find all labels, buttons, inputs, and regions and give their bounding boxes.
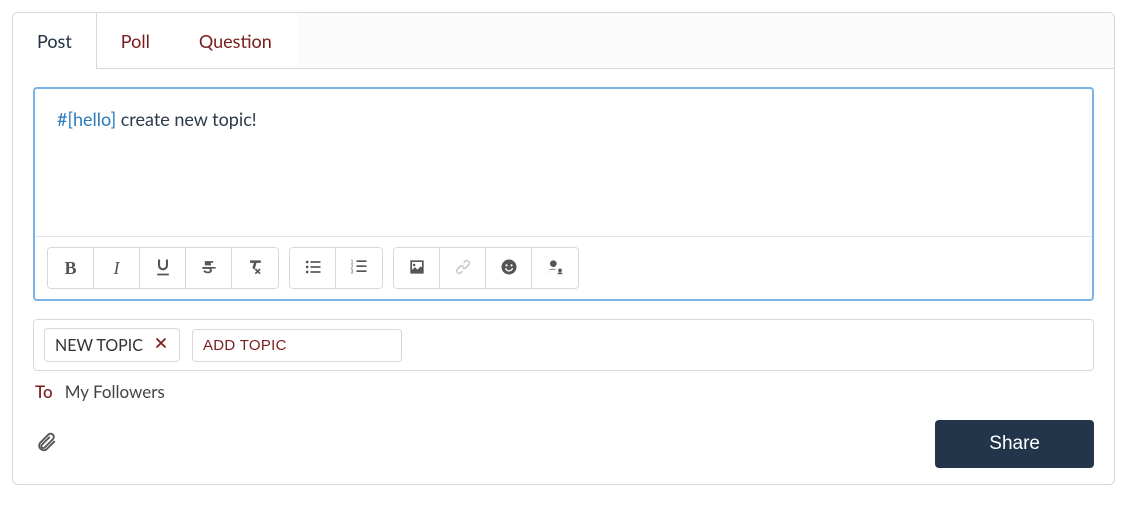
strikethrough-icon <box>199 257 219 280</box>
close-icon <box>153 335 169 355</box>
bulleted-list-button[interactable] <box>290 248 336 288</box>
editor-hashtag: #[hello] <box>57 108 116 130</box>
svg-text:3: 3 <box>351 269 354 275</box>
editor-toolbar: B I <box>35 237 1092 299</box>
paperclip-icon <box>35 431 57 457</box>
image-button[interactable] <box>394 248 440 288</box>
toolbar-group-lists: 123 <box>289 247 383 289</box>
bold-icon: B <box>64 258 76 279</box>
composer-body: #[hello] create new topic! B I <box>13 69 1114 484</box>
attach-button[interactable] <box>33 431 57 457</box>
italic-icon: I <box>114 258 120 279</box>
tab-post[interactable]: Post <box>13 13 97 68</box>
topic-chip-label: NEW TOPIC <box>55 336 143 355</box>
composer-footer: Share <box>33 420 1094 468</box>
strikethrough-button[interactable] <box>186 248 232 288</box>
emoji-icon <box>499 257 519 280</box>
tab-question[interactable]: Question <box>175 13 297 68</box>
tab-poll[interactable]: Poll <box>97 13 175 68</box>
emoji-button[interactable] <box>486 248 532 288</box>
share-button[interactable]: Share <box>935 420 1094 468</box>
recipients-row: To My Followers <box>33 381 1094 402</box>
italic-button[interactable]: I <box>94 248 140 288</box>
toolbar-group-text: B I <box>47 247 279 289</box>
composer-tabs: Post Poll Question <box>13 13 1114 69</box>
clear-format-button[interactable] <box>232 248 278 288</box>
numbered-list-button[interactable]: 123 <box>336 248 382 288</box>
tab-poll-label: Poll <box>121 30 150 52</box>
underline-button[interactable] <box>140 248 186 288</box>
editor-content[interactable]: #[hello] create new topic! <box>35 89 1092 237</box>
editor-text: create new topic! <box>116 108 257 130</box>
link-button[interactable] <box>440 248 486 288</box>
tab-spacer <box>297 13 1114 68</box>
bold-button[interactable]: B <box>48 248 94 288</box>
bulleted-list-icon <box>303 257 323 280</box>
mention-button[interactable] <box>532 248 578 288</box>
tab-post-label: Post <box>37 30 72 52</box>
add-topic-input[interactable] <box>192 329 402 362</box>
underline-icon <box>153 257 173 280</box>
numbered-list-icon: 123 <box>349 257 369 280</box>
toolbar-group-insert <box>393 247 579 289</box>
recipients-value[interactable]: My Followers <box>65 381 165 402</box>
clear-format-icon <box>245 257 265 280</box>
topic-chip: NEW TOPIC <box>44 328 180 362</box>
share-button-label: Share <box>989 433 1040 454</box>
post-composer-card: Post Poll Question #[hello] create new t… <box>12 12 1115 485</box>
link-icon <box>453 257 473 280</box>
topic-remove-button[interactable] <box>153 335 169 355</box>
image-icon <box>407 257 427 280</box>
mention-icon <box>545 257 565 280</box>
recipients-label: To <box>35 381 53 402</box>
topics-row: NEW TOPIC <box>33 319 1094 371</box>
editor-box: #[hello] create new topic! B I <box>33 87 1094 301</box>
tab-question-label: Question <box>199 30 272 52</box>
